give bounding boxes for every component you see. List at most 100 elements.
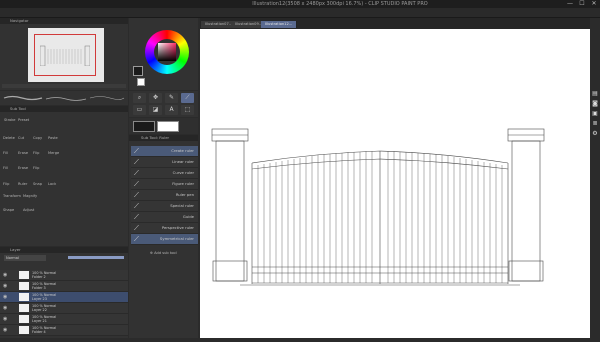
- layer-row[interactable]: ◉ 100 % Normal Folder 2: [0, 270, 128, 281]
- subtool-item-symmetrical-ruler[interactable]: ⟋ Symmetrical ruler: [131, 234, 198, 245]
- hue-ring[interactable]: [145, 30, 189, 74]
- eye-icon[interactable]: ◉: [3, 272, 7, 278]
- blend-mode-select[interactable]: Normal: [4, 255, 46, 261]
- subtool-title: Sub Tool: Ruler: [129, 135, 198, 141]
- subtool-item-linear-ruler[interactable]: ⟋ Linear ruler: [131, 157, 198, 168]
- ruler-icon: ⟋: [134, 224, 139, 232]
- tool-property-title: Sub Tool: [0, 106, 128, 112]
- erase-button[interactable]: Erase: [18, 151, 33, 155]
- subtool-item-curve-ruler[interactable]: ⟋ Curve ruler: [131, 168, 198, 179]
- color-swatch-bar: [129, 118, 198, 134]
- fill-button[interactable]: Fill: [3, 151, 18, 155]
- tool-prop-row7: Shape Adjust: [3, 208, 43, 212]
- layer-thumbnail: [19, 271, 29, 279]
- eye-icon[interactable]: ◉: [3, 283, 7, 289]
- layer-row[interactable]: ◉ 100 % Normal Folder 3: [0, 281, 128, 292]
- layer-row[interactable]: ◉ 100 % Normal Layer 21: [0, 314, 128, 325]
- layer-thumbnail: [19, 293, 29, 301]
- magnify-button[interactable]: Magnify: [23, 194, 43, 198]
- copy-button[interactable]: Copy: [33, 136, 48, 140]
- cut-button[interactable]: Cut: [18, 136, 33, 140]
- subtool-item-special-ruler[interactable]: ⟋ Special ruler: [131, 201, 198, 212]
- eye-icon[interactable]: ◉: [3, 294, 7, 300]
- shape-button[interactable]: Shape: [3, 208, 23, 212]
- subtool-item-ruler-pen[interactable]: ⟋ Ruler pen: [131, 190, 198, 201]
- saturation-value-square[interactable]: [158, 43, 176, 61]
- subtool-item-create-ruler[interactable]: ⟋ Create ruler: [131, 146, 198, 157]
- right-icon-strip: [590, 18, 600, 338]
- main-color-chip[interactable]: [133, 121, 155, 132]
- ruler-icon: ⟋: [134, 169, 139, 177]
- eye-icon[interactable]: ◉: [3, 305, 7, 311]
- menu-bar: FileEditAnimationLayerSelectViewFilterWi…: [0, 8, 600, 25]
- eye-icon[interactable]: ◉: [3, 316, 7, 322]
- layer-title: Layer: [0, 247, 128, 253]
- text-tool-icon[interactable]: A: [165, 105, 178, 115]
- adjust-button[interactable]: Adjust: [23, 208, 43, 212]
- navigator-preview[interactable]: [28, 28, 104, 82]
- image-icon[interactable]: ▣: [591, 110, 599, 118]
- navigator-zoom-bar[interactable]: [2, 84, 126, 88]
- flip-h-button[interactable]: Flip: [3, 182, 18, 186]
- snap-button[interactable]: Snap: [33, 182, 48, 186]
- title-bar: Illustration12(3508 x 2480px 300dpi 16.7…: [0, 0, 600, 8]
- settings-icon[interactable]: ⚙: [591, 130, 599, 138]
- layer-row[interactable]: ◉ 100 % Normal Layer 22: [0, 303, 128, 314]
- ruler-icon: ⟋: [134, 180, 139, 188]
- sub-color-swatch[interactable]: [137, 78, 145, 86]
- sub-color-chip[interactable]: [157, 121, 179, 132]
- transform-button[interactable]: Transform: [3, 194, 23, 198]
- ruler-icon: ⟋: [134, 191, 139, 199]
- pen-tool-icon[interactable]: ✎: [165, 93, 178, 103]
- flip-sel-button[interactable]: Flip: [33, 166, 48, 170]
- ruler-icon: ⟋: [134, 235, 139, 243]
- navigator-panel: Navigator: [0, 18, 128, 90]
- gate-drawing: [211, 128, 545, 286]
- color-wheel-panel: [129, 18, 198, 90]
- layers-panel-icon[interactable]: ▤: [591, 90, 599, 98]
- eraser-tool-icon[interactable]: ▭: [133, 105, 146, 115]
- camera-icon[interactable]: ◙: [591, 100, 599, 108]
- move-tool-icon[interactable]: ✥: [149, 93, 162, 103]
- zoom-tool-icon[interactable]: ⌕: [133, 93, 146, 103]
- layer-panel: Layer Normal ◉ 100 % Normal Folder 2 ◉ 100 …: [0, 247, 128, 338]
- ruler-button[interactable]: Ruler: [18, 182, 33, 186]
- layer-thumbnail: [19, 315, 29, 323]
- lock-button[interactable]: Lock: [48, 182, 63, 186]
- tool-prop-row3: Fill Erase Flip Merge: [3, 151, 63, 155]
- main-color-swatch[interactable]: [133, 66, 143, 76]
- brush-strokes-preview[interactable]: [2, 93, 126, 103]
- tab-illustration12[interactable]: Illustration12...: [261, 21, 298, 28]
- add-subtool-button[interactable]: ⊕ Add sub tool: [150, 251, 177, 255]
- ruler-tool-icon[interactable]: ⟋: [181, 93, 194, 103]
- maximize-button[interactable]: ☐: [576, 0, 588, 8]
- tool-prop-row6: Transform Magnify: [3, 194, 43, 198]
- eye-icon[interactable]: ◉: [3, 327, 7, 333]
- stroke-label[interactable]: Stroke: [4, 118, 18, 122]
- layer-row-selected[interactable]: ◉ 100 % Normal Layer 23: [0, 292, 128, 303]
- close-button[interactable]: ✕: [588, 0, 600, 8]
- subtool-item-guide[interactable]: ⟋ Guide: [131, 212, 198, 223]
- layer-row[interactable]: ◉ 100 % Normal Folder 4: [0, 325, 128, 336]
- stack-icon[interactable]: ≣: [591, 120, 599, 128]
- subtool-item-figure-ruler[interactable]: ⟋ Figure ruler: [131, 179, 198, 190]
- tool-palette: ⌕ ✥ ✎ ⟋ ▭ ◪ A ⬚: [129, 91, 198, 117]
- opacity-slider[interactable]: [68, 256, 124, 259]
- subtool-item-perspective-ruler[interactable]: ⟋ Perspective ruler: [131, 223, 198, 234]
- navigator-thumbnail: [40, 45, 90, 66]
- ruler-icon: ⟋: [134, 202, 139, 210]
- minimize-button[interactable]: —: [564, 0, 576, 8]
- brush-size-strip: [0, 91, 128, 105]
- flip-button[interactable]: Flip: [33, 151, 48, 155]
- merge-button[interactable]: Merge: [48, 151, 63, 155]
- preset-label[interactable]: Preset: [18, 118, 32, 122]
- canvas[interactable]: [200, 29, 590, 338]
- fill-tool-icon[interactable]: ◪: [149, 105, 162, 115]
- delete-button[interactable]: Delete: [3, 136, 18, 140]
- tool-prop-row2: Delete Cut Copy Paste: [3, 136, 63, 140]
- tool-prop-row5: Flip Ruler Snap Lock: [3, 182, 63, 186]
- erase-sel-button[interactable]: Erase: [18, 166, 33, 170]
- paste-button[interactable]: Paste: [48, 136, 63, 140]
- fill-sel-button[interactable]: Fill: [3, 166, 18, 170]
- select-tool-icon[interactable]: ⬚: [181, 105, 194, 115]
